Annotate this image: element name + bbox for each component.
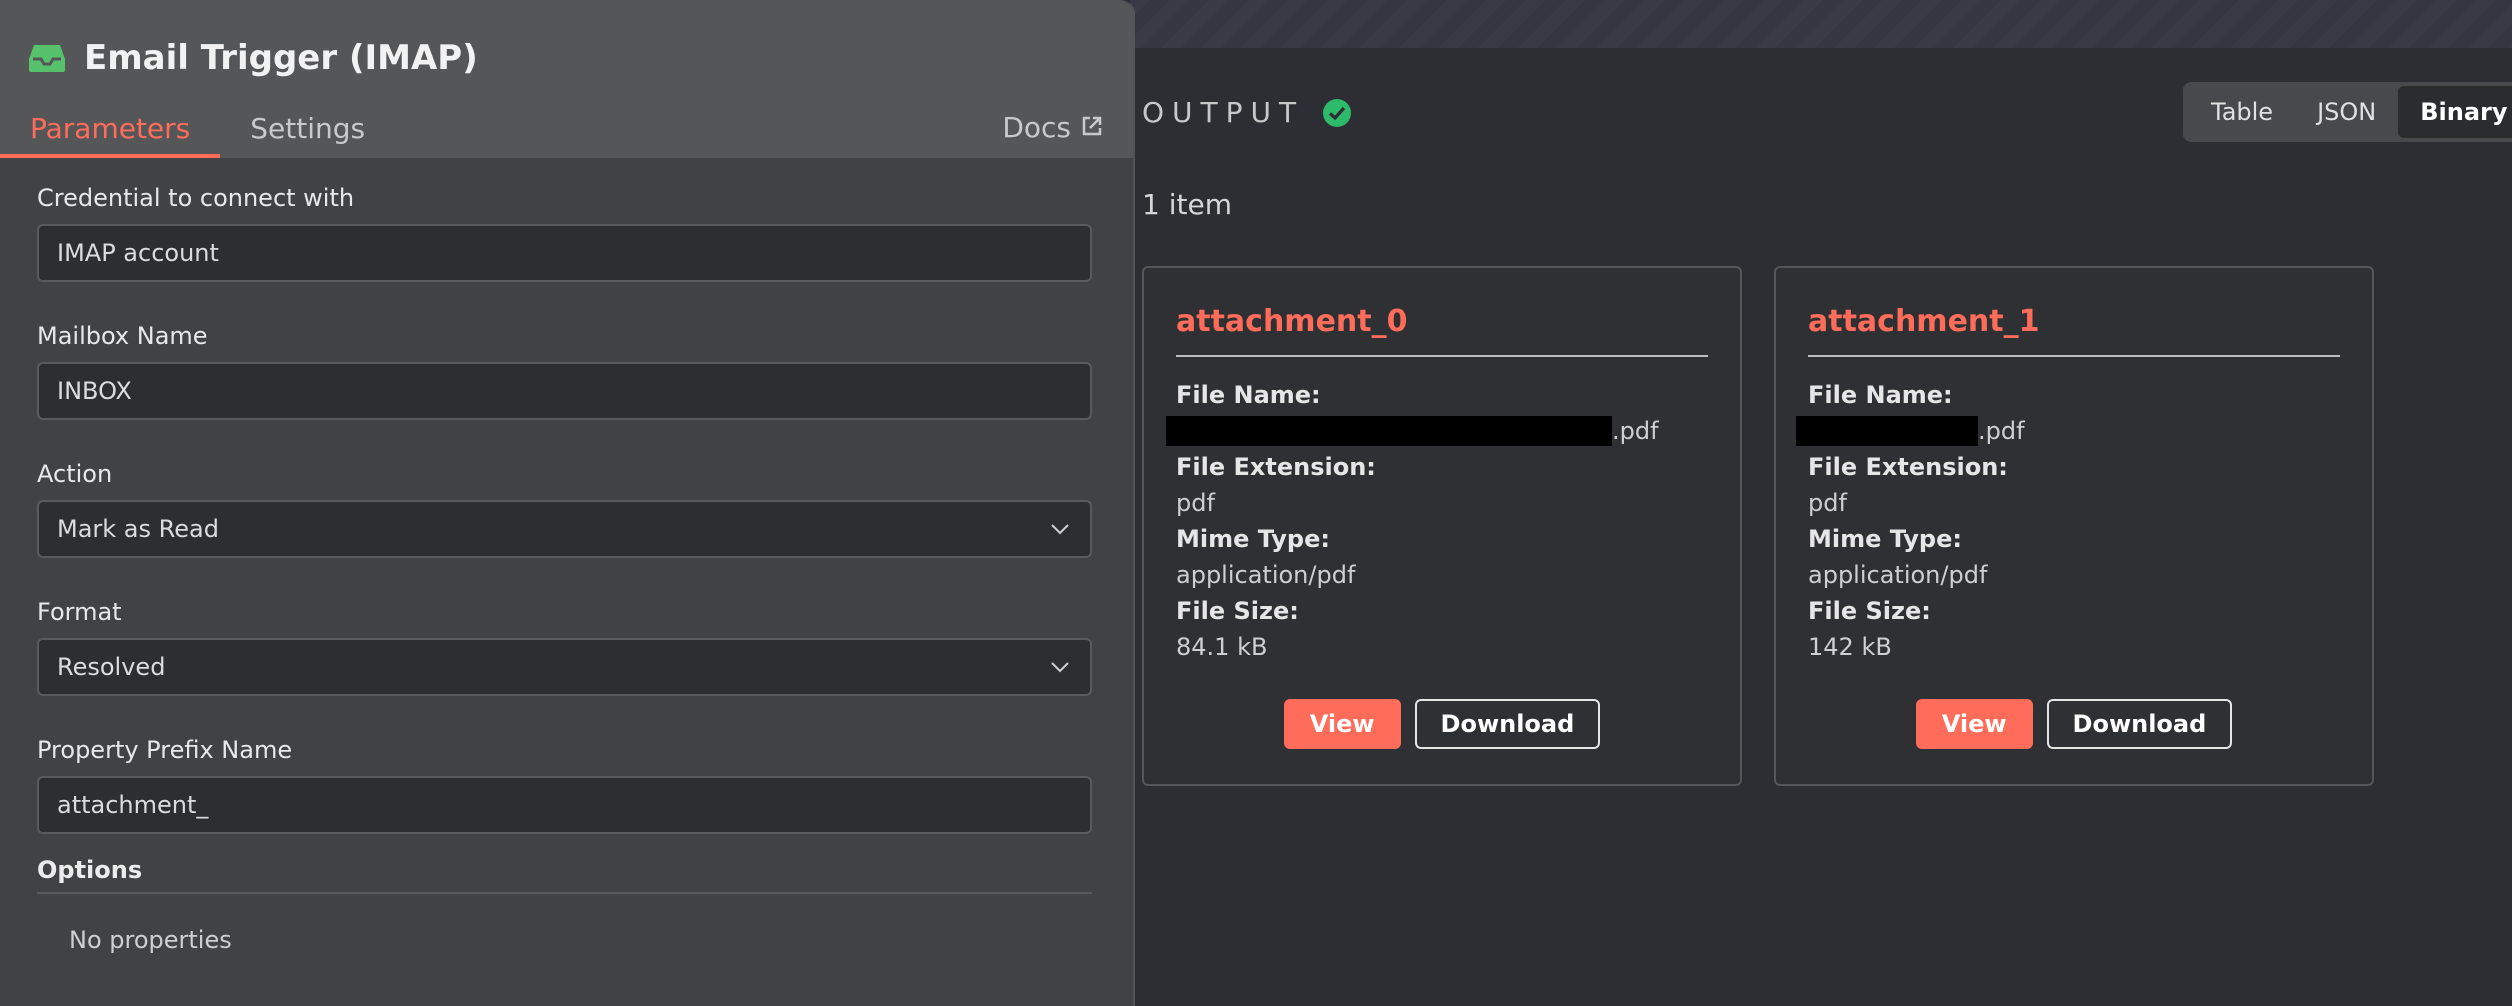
view-button[interactable]: View [1915,699,2033,749]
redacted-block [1796,416,1978,446]
meta-value: 84.1 kB [1176,633,1268,661]
panel-body: Credential to connect with IMAP account … [0,158,1133,954]
format-select[interactable]: Resolved [37,638,1092,696]
card-meta: File Name: .pdf File Extension: pdf Mime… [1796,377,2340,665]
meta-value: application/pdf [1176,561,1356,589]
binary-card: attachment_1 File Name: .pdf File Extens… [1774,266,2374,786]
action-select[interactable]: Mark as Read [37,500,1092,558]
field-prefix: Property Prefix Name attachment_ [37,736,1096,834]
meta-value: pdf [1176,489,1215,517]
field-label: Action [37,460,113,488]
meta-label: File Extension: [1176,453,1376,481]
docs-link[interactable]: Docs [1002,111,1103,144]
meta-label: File Extension: [1808,453,2008,481]
output-header: OUTPUT [1142,96,1352,129]
property-prefix-input[interactable]: attachment_ [37,776,1092,834]
view-json-button[interactable]: JSON [2295,86,2398,138]
binary-card: attachment_0 File Name: .pdf File Extens… [1142,266,1742,786]
meta-value: pdf [1808,489,1847,517]
item-count: 1 item [1142,188,1232,221]
field-value: INBOX [57,377,132,405]
file-name-suffix: .pdf [1612,417,1659,445]
inbox-icon [28,43,66,73]
view-button[interactable]: View [1283,699,1401,749]
meta-label: Mime Type: [1176,525,1330,553]
meta-label: File Size: [1808,597,1931,625]
field-format: Format Resolved [37,598,1096,696]
file-name-value: .pdf [1166,413,1708,449]
output-title: OUTPUT [1142,96,1305,129]
docs-label: Docs [1002,111,1071,144]
meta-value: application/pdf [1808,561,1988,589]
download-button[interactable]: Download [1414,699,1601,749]
tab-parameters[interactable]: Parameters [0,98,221,158]
workflow-canvas-strip [1130,0,2512,48]
panel-header: Email Trigger (IMAP) Parameters Settings… [0,0,1133,158]
field-label: Format [37,598,122,626]
file-name-suffix: .pdf [1978,417,2025,445]
output-view-switch: Table JSON Binary [2183,82,2512,142]
external-link-icon [1081,111,1103,144]
field-credential: Credential to connect with IMAP account [37,184,1096,282]
field-value: IMAP account [57,239,219,267]
card-actions: View Download [1176,699,1708,749]
mailbox-input[interactable]: INBOX [37,362,1092,420]
field-action: Action Mark as Read [37,460,1096,558]
field-value: attachment_ [57,791,209,819]
view-binary-button[interactable]: Binary [2398,86,2512,138]
node-parameters-panel: Email Trigger (IMAP) Parameters Settings… [0,0,1135,1006]
node-title: Email Trigger (IMAP) [28,38,478,78]
meta-label: Mime Type: [1808,525,1962,553]
card-actions: View Download [1808,699,2340,749]
no-properties-text: No properties [69,926,232,954]
file-name-value: .pdf [1796,413,2340,449]
tab-settings[interactable]: Settings [220,98,395,158]
divider [37,892,1092,894]
field-value: Resolved [57,653,166,681]
card-title: attachment_1 [1808,304,2340,357]
field-value: Mark as Read [57,515,219,543]
meta-label: File Size: [1176,597,1299,625]
options-heading: Options [37,856,143,884]
field-label: Mailbox Name [37,322,208,350]
success-check-icon [1323,98,1352,127]
panel-tabs: Parameters Settings [0,98,1133,158]
node-title-text: Email Trigger (IMAP) [84,38,478,78]
credential-select[interactable]: IMAP account [37,224,1092,282]
app-root: Email Trigger (IMAP) Parameters Settings… [0,0,2512,1006]
view-table-button[interactable]: Table [2189,86,2295,138]
meta-value: 142 kB [1808,633,1892,661]
field-label: Credential to connect with [37,184,355,212]
field-label: Property Prefix Name [37,736,293,764]
meta-label: File Name: [1176,381,1321,409]
chevron-down-icon [1051,662,1069,673]
download-button[interactable]: Download [2046,699,2233,749]
card-title: attachment_0 [1176,304,1708,357]
card-meta: File Name: .pdf File Extension: pdf Mime… [1166,377,1708,665]
redacted-block [1166,416,1612,446]
field-mailbox: Mailbox Name INBOX [37,322,1096,420]
chevron-down-icon [1051,524,1069,535]
meta-label: File Name: [1808,381,1953,409]
